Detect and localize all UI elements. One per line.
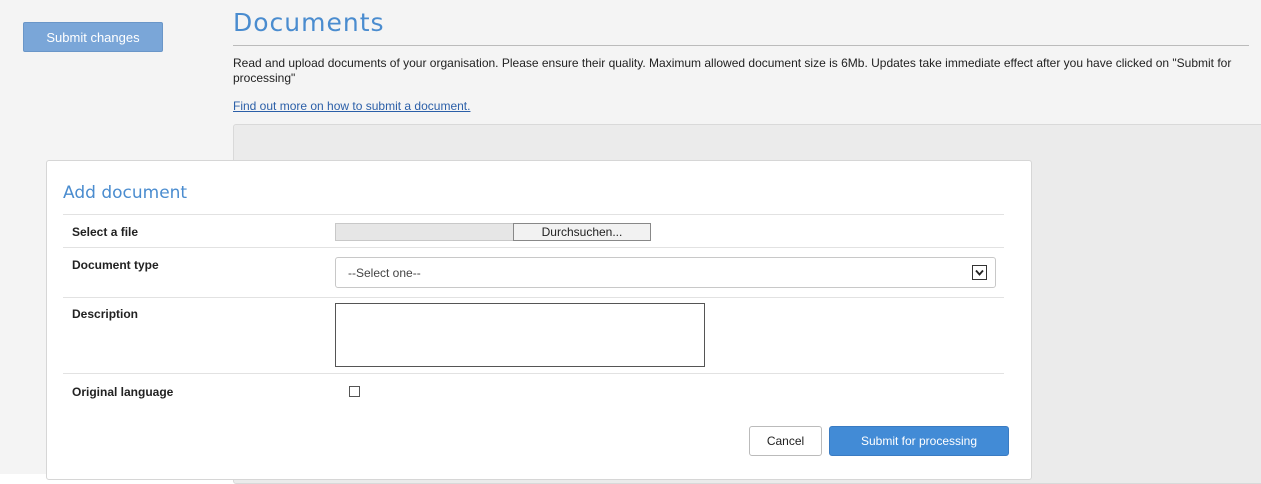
title-divider — [233, 45, 1249, 46]
description-textarea[interactable] — [335, 303, 705, 367]
original-language-checkbox[interactable] — [349, 386, 360, 397]
file-input[interactable]: Durchsuchen... — [335, 223, 651, 241]
help-link[interactable]: Find out more on how to submit a documen… — [233, 99, 470, 113]
chevron-down-icon — [972, 265, 987, 280]
submit-changes-button[interactable]: Submit changes — [23, 22, 163, 52]
add-document-title: Add document — [63, 183, 188, 203]
browse-button[interactable]: Durchsuchen... — [513, 223, 651, 241]
page-title: Documents — [233, 8, 385, 37]
page-intro: Read and upload documents of your organi… — [233, 56, 1232, 85]
description-row: Description — [63, 297, 1004, 373]
description-label: Description — [72, 307, 139, 321]
add-document-card: Add document Select a file Durchsuchen..… — [46, 160, 1032, 480]
file-label: Select a file — [72, 225, 139, 239]
document-type-value: --Select one-- — [348, 266, 421, 280]
file-row: Select a file Durchsuchen... — [63, 214, 1004, 247]
document-type-label: Document type — [72, 258, 159, 272]
original-language-row: Original language — [63, 373, 1004, 413]
cancel-button[interactable]: Cancel — [749, 426, 822, 456]
document-type-select[interactable]: --Select one-- — [335, 257, 996, 288]
submit-for-processing-button[interactable]: Submit for processing — [829, 426, 1009, 456]
document-type-row: Document type --Select one-- — [63, 247, 1004, 297]
original-language-label: Original language — [72, 385, 174, 399]
